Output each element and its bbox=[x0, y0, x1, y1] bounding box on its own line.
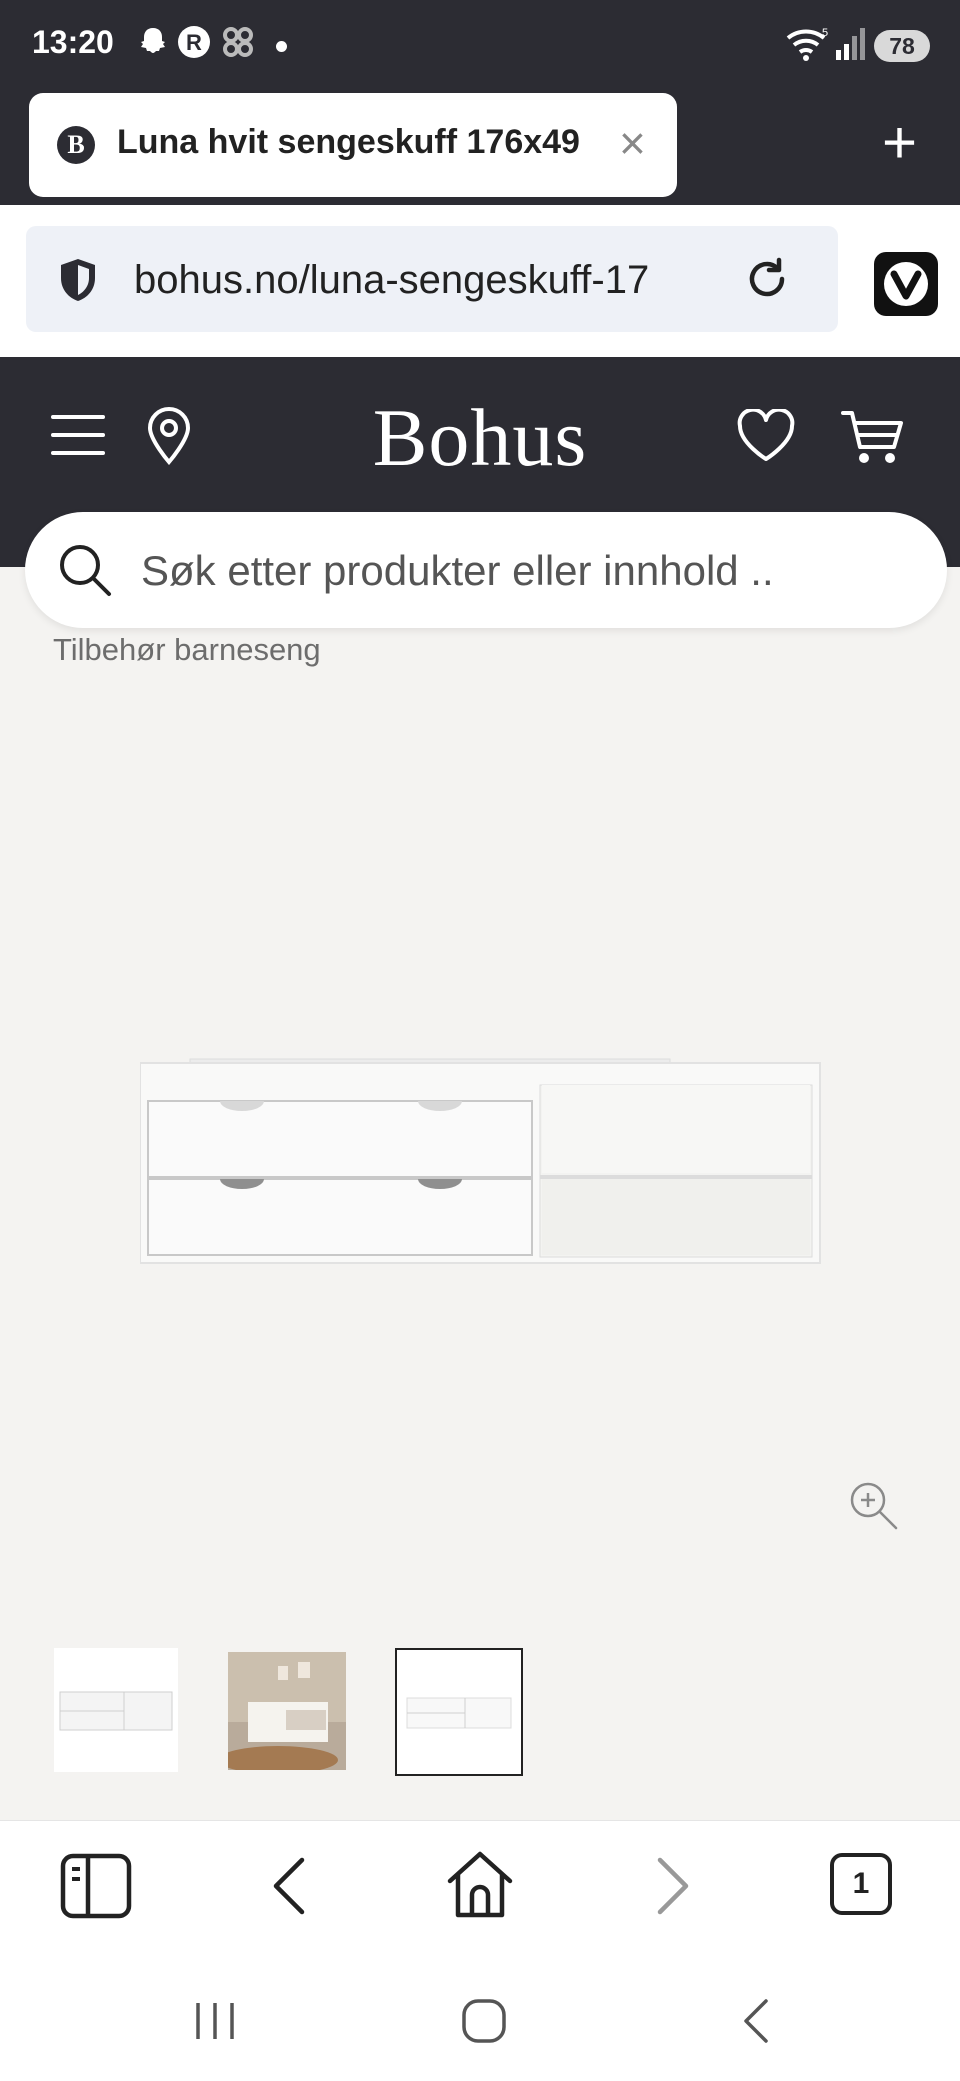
r-app-notification-icon: R bbox=[176, 24, 212, 71]
breadcrumb[interactable]: Tilbehør barneseng bbox=[53, 632, 321, 668]
snapchat-notification-icon bbox=[135, 24, 171, 71]
wifi-icon: 5 bbox=[786, 24, 830, 69]
url-text[interactable]: bohus.no/luna-sengeskuff-17 bbox=[134, 258, 724, 303]
search-input[interactable] bbox=[139, 538, 923, 604]
recent-apps-icon[interactable] bbox=[190, 1999, 240, 2048]
forward-icon[interactable] bbox=[650, 1855, 696, 1922]
vivaldi-menu-icon[interactable] bbox=[874, 252, 938, 316]
site-logo[interactable]: Bohus bbox=[0, 391, 960, 485]
product-thumbnail[interactable] bbox=[218, 1652, 346, 1774]
tab-title: Luna hvit sengeskuff 176x49 bbox=[117, 123, 580, 161]
zoom-in-icon[interactable] bbox=[848, 1480, 900, 1537]
shield-icon[interactable] bbox=[56, 256, 100, 309]
signal-icon bbox=[836, 26, 868, 67]
svg-text:R: R bbox=[186, 30, 202, 55]
browser-tab[interactable]: B Luna hvit sengeskuff 176x49 × bbox=[29, 93, 677, 197]
network-label: 5 bbox=[822, 27, 828, 39]
cart-icon[interactable] bbox=[840, 407, 906, 472]
product-thumbnail[interactable] bbox=[54, 1648, 178, 1772]
battery-level: 78 bbox=[874, 30, 930, 62]
system-back-icon[interactable] bbox=[738, 1997, 774, 2050]
home-icon[interactable] bbox=[444, 1849, 516, 1926]
product-thumbnail-selected[interactable] bbox=[395, 1648, 523, 1776]
address-bar[interactable]: bohus.no/luna-sengeskuff-17 bbox=[26, 226, 838, 332]
close-tab-icon[interactable]: × bbox=[619, 115, 646, 171]
panels-icon[interactable] bbox=[60, 1853, 132, 1924]
address-bar-area: bohus.no/luna-sengeskuff-17 bbox=[0, 205, 960, 357]
favicon-icon: B bbox=[57, 126, 95, 164]
system-home-icon[interactable] bbox=[460, 1997, 508, 2050]
product-image[interactable] bbox=[139, 1055, 824, 1270]
back-icon[interactable] bbox=[266, 1855, 312, 1922]
status-time: 13:20 bbox=[32, 24, 114, 60]
tab-switcher-button[interactable]: 1 bbox=[830, 1853, 892, 1915]
app-notification-icon bbox=[220, 24, 256, 71]
more-notifications-dot bbox=[276, 41, 287, 52]
new-tab-button[interactable]: + bbox=[882, 108, 917, 178]
heart-icon[interactable] bbox=[736, 407, 796, 468]
search-icon[interactable] bbox=[57, 542, 113, 603]
search-bar[interactable] bbox=[25, 512, 947, 628]
reload-icon[interactable] bbox=[742, 254, 792, 309]
browser-bottom-toolbar: 1 bbox=[0, 1820, 960, 2081]
